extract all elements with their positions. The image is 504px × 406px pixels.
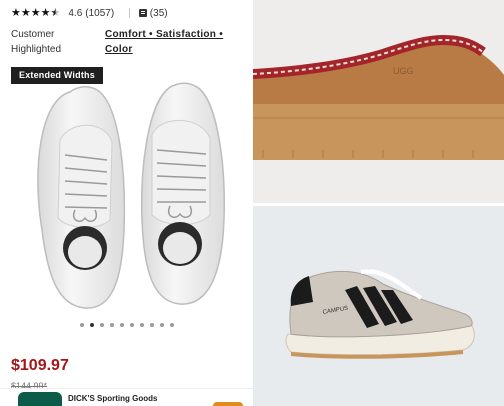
carousel-dot[interactable] (150, 323, 154, 327)
carousel-dot[interactable] (130, 323, 134, 327)
left-shoe (37, 86, 126, 309)
sneaker-product-image[interactable]: CAMPUS (253, 206, 504, 406)
star-icon: ★ (40, 6, 51, 19)
rating-row[interactable]: ★ ★ ★ ★ ★ 4.6 (1057) | (35) (11, 6, 168, 20)
star-icon: ★ (11, 6, 21, 19)
rating-value: 4.6 (68, 7, 83, 19)
carousel-dot[interactable] (80, 323, 84, 327)
star-rating: ★ ★ ★ ★ ★ (11, 6, 61, 19)
slipper-product-image[interactable]: UGG (253, 0, 504, 203)
right-shoe (141, 82, 225, 305)
highlight-label-line1: Customer (11, 29, 55, 40)
highlight-values-line2[interactable]: Color (105, 42, 245, 57)
review-count: (35) (149, 7, 168, 19)
customer-highlight-values[interactable]: Comfort • Satisfaction • Color (105, 27, 245, 57)
rating-count: (1057) (85, 7, 115, 19)
highlight-label-line2: Highlighted (11, 44, 62, 55)
star-icon: ★ (30, 6, 41, 19)
review-icon (138, 9, 147, 17)
carousel-dot[interactable] (90, 323, 94, 327)
carousel-dot[interactable] (120, 323, 124, 327)
image-carousel-dots[interactable] (80, 323, 174, 327)
retailer-name[interactable]: DICK'S Sporting Goods (68, 394, 157, 403)
highlight-values-line1[interactable]: Comfort • Satisfaction • (105, 27, 245, 42)
sneaker-illustration: CAMPUS (285, 269, 475, 359)
deal-button[interactable] (213, 402, 243, 406)
retailer-logo (18, 392, 62, 406)
carousel-dot[interactable] (160, 323, 164, 327)
star-icon: ★ (20, 6, 31, 19)
brand-mark: UGG (393, 66, 414, 76)
separator: | (128, 7, 131, 19)
carousel-dot[interactable] (140, 323, 144, 327)
product-image[interactable] (30, 80, 230, 315)
carousel-dot[interactable] (170, 323, 174, 327)
customer-highlight-label: Customer Highlighted (11, 27, 61, 57)
half-star-icon: ★ (50, 6, 61, 19)
product-card[interactable]: ★ ★ ★ ★ ★ 4.6 (1057) | (35) Customer Hig… (0, 0, 253, 406)
sale-price: $109.97 (11, 357, 69, 374)
carousel-dot[interactable] (110, 323, 114, 327)
carousel-dot[interactable] (100, 323, 104, 327)
slipper-illustration: UGG (253, 34, 504, 160)
